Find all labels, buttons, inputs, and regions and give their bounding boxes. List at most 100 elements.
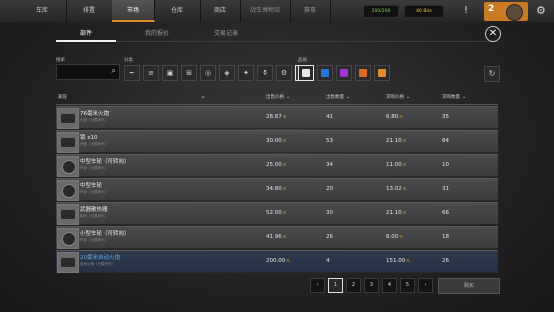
- buy-qty-value: 18: [442, 234, 449, 240]
- gear-icon[interactable]: ⚙: [276, 65, 292, 81]
- item-name: 20毫米自动火炮: [80, 255, 120, 261]
- search-input[interactable]: [59, 66, 103, 76]
- buy-qty-value: 35: [442, 114, 449, 120]
- chevron-down-icon[interactable]: ⌄: [200, 92, 206, 100]
- item-name: 76毫米火炮: [80, 111, 109, 117]
- decor-icon[interactable]: ✦: [238, 65, 254, 81]
- tab-storage[interactable]: 仓库: [154, 0, 201, 22]
- engine-icon[interactable]: ⊞: [181, 65, 197, 81]
- rarity-rare[interactable]: [317, 65, 333, 81]
- search-icon[interactable]: ⌕: [112, 66, 116, 76]
- rarity-legendary[interactable]: [355, 65, 371, 81]
- header-buy-price[interactable]: 求购价格 ⌄: [386, 94, 410, 100]
- gun-icon: [61, 114, 75, 123]
- buy-qty-cell: 26: [442, 258, 449, 264]
- gun-icon[interactable]: ≡: [143, 65, 159, 81]
- currency-icon: 币: [402, 139, 407, 143]
- weapon-icon[interactable]: ╾: [124, 65, 140, 81]
- buy-qty-cell: 31: [442, 186, 449, 192]
- rarity-label: 品质: [298, 58, 307, 63]
- tab-garage[interactable]: 车库: [18, 0, 67, 22]
- table-row[interactable]: 中型车轮 车轮（已模块化） 34.80币 20 13.02币 31: [56, 178, 498, 201]
- item-name: 中型车轮: [80, 183, 103, 189]
- subtab-my-offers[interactable]: 我的报价: [145, 28, 169, 37]
- refresh-icon[interactable]: ↻: [484, 66, 500, 82]
- search-box[interactable]: ⌕: [56, 64, 120, 80]
- currency-icon: 币: [402, 187, 407, 191]
- cabin-icon[interactable]: ▣: [162, 65, 178, 81]
- page-button-4[interactable]: 4: [382, 278, 397, 293]
- close-icon[interactable]: ✕: [485, 26, 501, 42]
- item-subtitle: 车轮（已模块化）: [80, 238, 108, 242]
- notification-icon[interactable]: !: [460, 4, 472, 18]
- tab-museum[interactable]: 战车博物馆: [240, 0, 291, 22]
- currency-icon: 币: [406, 259, 410, 263]
- rarity-relic[interactable]: [374, 65, 390, 81]
- page-prev-button[interactable]: ‹: [310, 278, 325, 293]
- buy-price-cell: 13.02币: [386, 186, 406, 192]
- module-icon[interactable]: ◈: [219, 65, 235, 81]
- header-sell-qty[interactable]: 出售数量 ⌄: [326, 94, 350, 100]
- table-row[interactable]: 锁 x10 资源（已模块化） 30.00币 53 21.10币 84: [56, 130, 498, 153]
- sell-price-cell: 30.00币: [266, 138, 286, 144]
- currency-coins: 80 Bits: [404, 5, 444, 18]
- sell-qty-value: 4: [326, 258, 330, 264]
- page-button-1[interactable]: 1: [328, 278, 343, 293]
- header-compatible[interactable]: 兼容: [58, 94, 67, 100]
- rarity-epic[interactable]: [336, 65, 352, 81]
- currency-icon: 币: [282, 139, 287, 143]
- buy-button[interactable]: 购买: [438, 278, 500, 294]
- page-next-button[interactable]: ›: [418, 278, 433, 293]
- level-number: 2: [488, 4, 495, 14]
- bottle-icon[interactable]: ⚱: [257, 65, 273, 81]
- player-level-badge[interactable]: 2: [484, 2, 528, 21]
- item-subtitle: 车轮（已模块化）: [80, 166, 108, 170]
- top-nav-bar: 车库 排置 市场 仓库 商店 战车博物馆 赛事 200/200 80 Bits …: [0, 0, 554, 23]
- buy-qty-cell: 66: [442, 210, 449, 216]
- tab-build[interactable]: 排置: [66, 0, 113, 22]
- table-row[interactable]: 武器散热器 模块（已模块化） 52.00币 30 21.10币 66: [56, 202, 498, 225]
- sell-price-cell: 52.00币: [266, 210, 286, 216]
- sell-qty-cell: 4: [326, 258, 330, 264]
- subtab-parts[interactable]: 部件: [80, 28, 92, 37]
- sell-price-cell: 25.00币: [266, 162, 286, 168]
- avatar: [506, 4, 523, 21]
- sell-qty-value: 34: [326, 162, 333, 168]
- buy-price-value: 21.10: [386, 210, 402, 216]
- tab-events[interactable]: 赛事: [290, 0, 331, 22]
- settings-gear-icon[interactable]: ⚙: [536, 4, 546, 17]
- page-button-3[interactable]: 3: [364, 278, 379, 293]
- sell-price-cell: 41.96币: [266, 234, 286, 240]
- rarity-common[interactable]: [298, 65, 314, 81]
- wheel-icon[interactable]: ◎: [200, 65, 216, 81]
- sell-price-value: 30.00: [266, 138, 282, 144]
- buy-qty-cell: 35: [442, 114, 449, 120]
- sell-price-value: 41.96: [266, 234, 282, 240]
- header-sell-price[interactable]: 出售价格 ⌄: [266, 94, 290, 100]
- buy-qty-value: 66: [442, 210, 449, 216]
- table-row[interactable]: 小型车轮（可转向） 车轮（已模块化） 41.96币 26 6.00币 18: [56, 226, 498, 249]
- tab-market[interactable]: 市场: [112, 0, 155, 22]
- sell-qty-cell: 41: [326, 114, 333, 120]
- currency-icon: 币: [282, 187, 287, 191]
- gun-icon: [61, 258, 75, 267]
- sell-qty-cell: 34: [326, 162, 333, 168]
- table-row[interactable]: 20毫米自动火炮 自动火炮（已模块化） 200.00币 4 151.00币 26: [56, 250, 498, 273]
- table-row[interactable]: 中型车轮（可转向） 车轮（已模块化） 25.00币 34 11.00币 10: [56, 154, 498, 177]
- currency-icon: 币: [282, 235, 287, 239]
- page-button-2[interactable]: 2: [346, 278, 361, 293]
- tab-shop[interactable]: 商店: [200, 0, 241, 22]
- header-buy-qty[interactable]: 求购数量 ⌄: [442, 94, 466, 100]
- page-button-5[interactable]: 5: [400, 278, 415, 293]
- sell-price-value: 52.00: [266, 210, 282, 216]
- item-name: 武器散热器: [80, 207, 108, 213]
- buy-price-value: 6.80: [386, 114, 399, 120]
- wheel-thumbnail-icon: [57, 228, 79, 249]
- table-row[interactable]: 76毫米火炮 大炮（已模块化） 28.87币 41 6.80币 35: [56, 106, 498, 129]
- buy-price-cell: 21.10币: [386, 138, 406, 144]
- sell-price-cell: 28.87币: [266, 114, 286, 120]
- subtab-history[interactable]: 交易记录: [214, 28, 238, 37]
- currency-icon: 币: [402, 211, 407, 215]
- currency-icon: 币: [399, 235, 403, 239]
- sell-qty-cell: 26: [326, 234, 333, 240]
